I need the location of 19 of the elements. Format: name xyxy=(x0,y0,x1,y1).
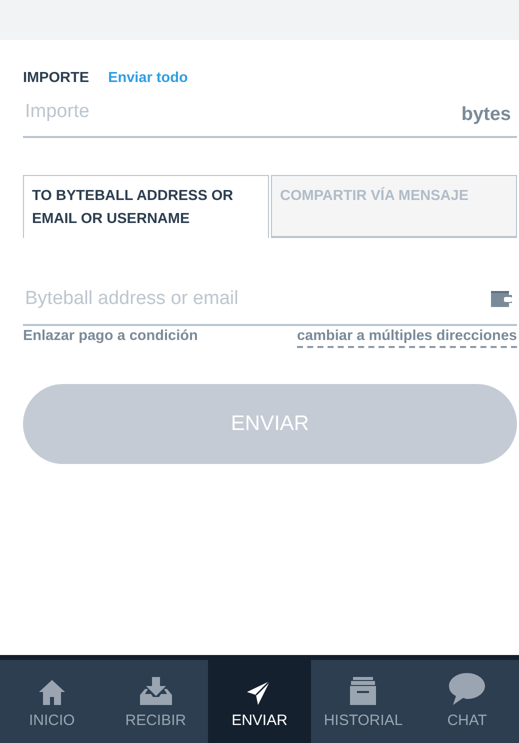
home-icon xyxy=(36,678,67,706)
amount-field[interactable]: Importe xyxy=(23,101,462,123)
recipient-tab[interactable]: TO BYTEBALL ADDRESS OR EMAIL OR USERNAME xyxy=(23,175,269,238)
speech-bubble-icon xyxy=(448,672,486,706)
nav-tab[interactable]: INICIO xyxy=(0,660,104,743)
nav-tab[interactable]: CHAT xyxy=(415,660,519,743)
nav-tab[interactable]: HISTORIAL xyxy=(311,660,416,743)
inbox-download-icon xyxy=(138,676,173,706)
nav-tab[interactable]: RECIBIR xyxy=(104,660,208,743)
multiple-addresses-link[interactable]: cambiar a múltiples direcciones xyxy=(296,328,517,348)
unit-label: bytes xyxy=(461,104,512,126)
address-field[interactable]: Byteball address or email xyxy=(23,288,489,310)
amount-label: IMPORTE xyxy=(23,70,90,86)
conditional-payment-link[interactable]: Enlazar pago a condición xyxy=(23,328,198,348)
paper-plane-icon xyxy=(246,680,272,706)
send-all-link[interactable]: Enviar todo xyxy=(108,70,188,86)
wallet-icon[interactable] xyxy=(489,289,513,309)
nav-tab[interactable]: ENVIAR xyxy=(208,660,312,743)
archive-box-icon xyxy=(349,676,378,706)
